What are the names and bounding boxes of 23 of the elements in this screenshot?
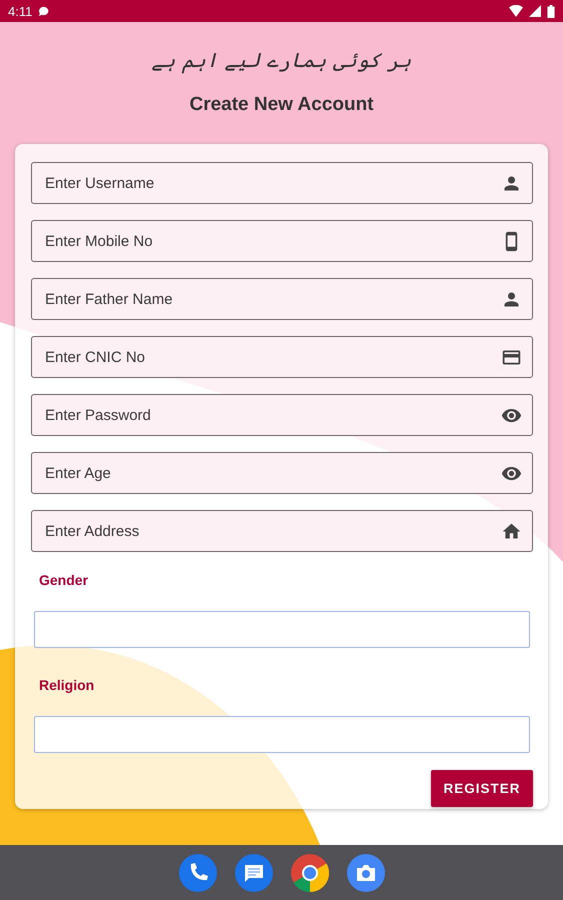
text-field[interactable]: Enter Address [31, 510, 533, 552]
signal-icon [529, 5, 541, 17]
battery-icon [547, 4, 555, 18]
text-field[interactable]: Enter Father Name [31, 278, 533, 320]
dropdown-field[interactable] [34, 611, 530, 648]
wifi-icon [509, 5, 523, 17]
status-time: 4:11 [8, 4, 32, 18]
browser-app-icon[interactable] [290, 854, 328, 892]
text-field[interactable]: Enter CNIC No [31, 336, 533, 378]
dropdown-field[interactable] [34, 716, 530, 753]
notification-icon [38, 6, 50, 16]
text-field[interactable]: Enter Password [31, 394, 533, 436]
camera-app-icon[interactable] [346, 854, 384, 892]
page-title: Create New Account [189, 94, 374, 116]
slogan-text: ہر کوئی ہمارے لیے اہم ہے [152, 48, 412, 72]
text-field[interactable]: Enter Mobile No [31, 220, 533, 262]
text-field[interactable]: Enter Age [31, 452, 533, 494]
field-label: Religion [39, 677, 94, 693]
field-label: Gender [39, 572, 88, 588]
register-button[interactable]: REGISTER [431, 770, 533, 807]
text-field[interactable]: Enter Username [31, 162, 533, 204]
messages-app-icon[interactable] [234, 854, 272, 892]
phone-app-icon[interactable] [178, 854, 216, 892]
